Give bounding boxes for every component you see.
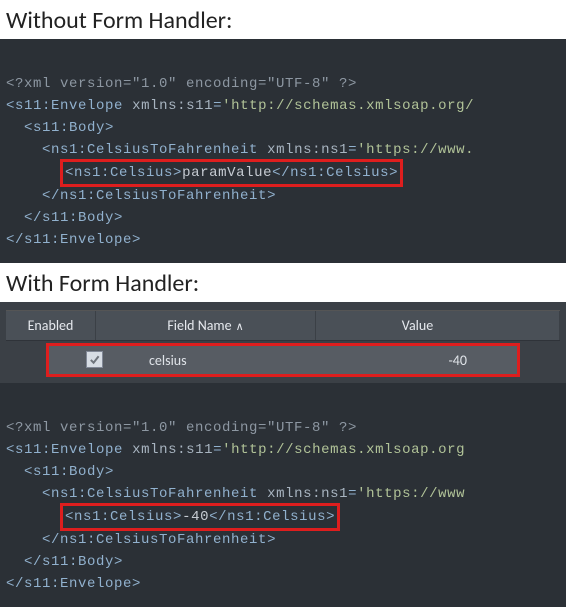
highlight-box-param: <ns1:Celsius>paramValue</ns1:Celsius> <box>60 159 403 187</box>
envelope-attr-name: xmlns:s11 <box>132 442 213 458</box>
body-close: </s11:Body> <box>24 554 123 570</box>
check-icon <box>89 354 100 365</box>
envelope-open: <s11:Envelope <box>6 442 132 458</box>
highlight-box-row: celsius -40 <box>6 343 560 377</box>
cell-field-name[interactable]: celsius <box>139 347 359 374</box>
table-header-row: Enabled Field Name∧ Value <box>6 310 560 341</box>
header-field-name[interactable]: Field Name∧ <box>96 311 316 340</box>
xml-with-block: <?xml version="1.0" encoding="UTF-8" ?> … <box>0 383 566 607</box>
header-value[interactable]: Value <box>316 311 560 340</box>
envelope-open: <s11:Envelope <box>6 98 132 114</box>
envelope-attr-name: xmlns:s11 <box>132 98 213 114</box>
operation-attr-val: 'https://www <box>357 486 465 502</box>
envelope-attr-val: 'http://schemas.xmlsoap.org/ <box>222 98 474 114</box>
header-enabled[interactable]: Enabled <box>6 311 96 340</box>
envelope-attr-val: 'http://schemas.xmlsoap.org <box>222 442 465 458</box>
highlight-box-param: <ns1:Celsius>-40</ns1:Celsius> <box>60 503 340 531</box>
heading-with: With Form Handler: <box>0 263 566 302</box>
operation-open: <ns1:CelsiusToFahrenheit <box>42 142 267 158</box>
form-handler-table: Enabled Field Name∧ Value celsius -40 <box>0 302 566 383</box>
xml-without-block: <?xml version="1.0" encoding="UTF-8" ?> … <box>0 39 566 263</box>
enabled-checkbox[interactable] <box>86 351 103 368</box>
heading-without: Without Form Handler: <box>0 0 566 39</box>
body-close: </s11:Body> <box>24 210 123 226</box>
sort-ascending-icon: ∧ <box>236 320 244 333</box>
cell-value[interactable]: -40 <box>359 347 517 374</box>
body-open: <s11:Body> <box>24 120 114 136</box>
xml-prolog: <?xml version="1.0" encoding="UTF-8" ?> <box>6 76 357 92</box>
operation-open: <ns1:CelsiusToFahrenheit <box>42 486 267 502</box>
operation-close: </ns1:CelsiusToFahrenheit> <box>42 532 276 548</box>
envelope-close: </s11:Envelope> <box>6 232 141 248</box>
param-value-text: paramValue <box>182 165 272 181</box>
envelope-close: </s11:Envelope> <box>6 576 141 592</box>
operation-attr-val: 'https://www. <box>357 142 474 158</box>
xml-prolog: <?xml version="1.0" encoding="UTF-8" ?> <box>6 420 357 436</box>
operation-attr-name: xmlns:ns1 <box>267 486 348 502</box>
body-open: <s11:Body> <box>24 464 114 480</box>
operation-attr-name: xmlns:ns1 <box>267 142 348 158</box>
table-row[interactable]: celsius -40 <box>46 343 520 377</box>
param-value-text: -40 <box>182 509 209 525</box>
operation-close: </ns1:CelsiusToFahrenheit> <box>42 188 276 204</box>
